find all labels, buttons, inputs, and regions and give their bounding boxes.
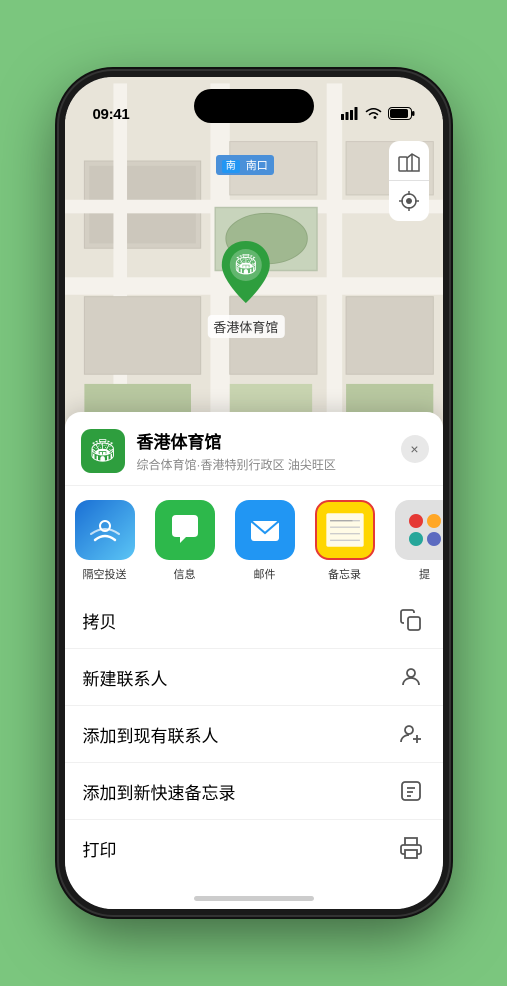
place-header: 🏟 香港体育馆 综合体育馆·香港特别行政区 油尖旺区 ×: [65, 412, 443, 486]
print-icon: [397, 834, 425, 862]
notes-icon: [315, 500, 375, 560]
action-add-quick-note[interactable]: 添加到新快速备忘录: [65, 763, 443, 820]
home-indicator: [194, 896, 314, 901]
airdrop-icon: [75, 500, 135, 560]
location-button[interactable]: [389, 181, 429, 221]
action-list: 拷贝 新建联系人: [65, 592, 443, 896]
add-quick-note-label: 添加到新快速备忘录: [83, 779, 236, 804]
action-print[interactable]: 打印: [65, 820, 443, 876]
new-contact-icon: [397, 663, 425, 691]
share-app-messages[interactable]: 信息: [145, 500, 225, 582]
new-contact-label: 新建联系人: [83, 665, 168, 690]
share-apps-row: 隔空投送 信息: [65, 486, 443, 592]
place-name: 香港体育馆: [137, 428, 427, 453]
place-avatar: 🏟: [81, 429, 125, 473]
place-subtitle: 综合体育馆·香港特别行政区 油尖旺区: [137, 456, 427, 473]
status-time: 09:41: [93, 106, 130, 123]
add-existing-icon: [397, 720, 425, 748]
map-type-button[interactable]: [389, 141, 429, 181]
more-icon: [395, 500, 443, 560]
print-label: 打印: [83, 836, 117, 861]
notes-label: 备忘录: [328, 566, 361, 582]
airdrop-label: 隔空投送: [83, 566, 127, 582]
phone-screen: 09:41: [65, 77, 443, 909]
place-info: 香港体育馆 综合体育馆·香港特别行政区 油尖旺区: [137, 428, 427, 473]
messages-label: 信息: [174, 566, 196, 582]
share-app-airdrop[interactable]: 隔空投送: [65, 500, 145, 582]
share-app-more[interactable]: 提: [385, 500, 443, 582]
action-add-existing[interactable]: 添加到现有联系人: [65, 706, 443, 763]
pin-svg: 🏟: [218, 237, 274, 307]
action-copy[interactable]: 拷贝: [65, 592, 443, 649]
copy-icon: [397, 606, 425, 634]
messages-icon: [155, 500, 215, 560]
road-label: 南 南口: [216, 155, 274, 175]
mail-icon: [235, 500, 295, 560]
add-quick-note-icon: [397, 777, 425, 805]
pin-label: 香港体育馆: [207, 315, 284, 338]
phone-frame: 09:41: [59, 71, 449, 915]
close-button[interactable]: ×: [401, 435, 429, 463]
share-app-notes[interactable]: 备忘录: [305, 500, 385, 582]
bottom-sheet: 🏟 香港体育馆 综合体育馆·香港特别行政区 油尖旺区 ×: [65, 412, 443, 909]
copy-label: 拷贝: [83, 608, 117, 633]
mail-label: 邮件: [254, 566, 276, 582]
dynamic-island: [194, 89, 314, 123]
add-existing-label: 添加到现有联系人: [83, 722, 219, 747]
status-icons: [341, 107, 415, 123]
more-label: 提: [419, 566, 430, 582]
svg-text:🏟: 🏟: [233, 253, 258, 276]
location-pin: 🏟 香港体育馆: [207, 237, 284, 338]
map-controls: [389, 141, 429, 221]
share-app-mail[interactable]: 邮件: [225, 500, 305, 582]
action-new-contact[interactable]: 新建联系人: [65, 649, 443, 706]
wifi-icon: [365, 107, 382, 123]
battery-icon: [388, 107, 415, 123]
signal-icon: [341, 107, 359, 123]
